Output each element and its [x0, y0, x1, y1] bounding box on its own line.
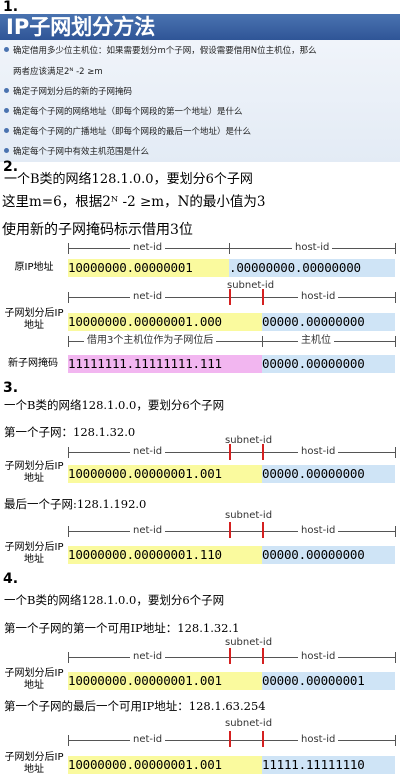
subnet-boundary-marker — [262, 289, 264, 305]
bits-host: 00000.00000001 — [262, 672, 395, 690]
panel1-title: IP子网划分方法 — [6, 15, 156, 39]
section-number-1: 1. — [3, 0, 19, 15]
bracket-tick — [68, 526, 69, 537]
net-id-label: net-id — [130, 651, 166, 663]
bits-net-subnet: 10000000.00000001.001 — [68, 756, 262, 774]
bracket-tick — [68, 735, 69, 746]
subnet-boundary-marker — [262, 444, 264, 460]
bits-net-subnet: 10000000.00000001.000 — [68, 313, 262, 331]
section-number-4: 4. — [3, 571, 19, 587]
host-id-label: host-id — [298, 446, 339, 458]
bits-net-subnet: 10000000.00000001.110 — [68, 546, 262, 564]
row-label-subnetted-ip: 子网划分后IP地址 — [4, 668, 64, 691]
bullet-item: 确定子网划分后的新的子网掩码 — [4, 86, 132, 98]
bullet-item: 确定每个子网的网络地址（即每个网段的第一个地址）是什么 — [4, 106, 243, 118]
bracket-tick — [395, 447, 396, 458]
panel3-line1: 一个B类的网络128.1.0.0，要划分6个子网 — [4, 398, 225, 412]
bracket-line — [68, 452, 396, 453]
host-id-label: host-id — [298, 734, 339, 746]
subnet-id-label: subnet-id — [225, 718, 273, 729]
bracket-tick — [68, 292, 69, 303]
panel4-last-usable: 第一个子网的最后一个可用IP地址：128.1.63.254 — [4, 699, 266, 713]
bits-mask-net-subnet: 11111111.11111111.111 — [68, 355, 262, 373]
net-id-label: net-id — [130, 291, 166, 303]
bracket-line — [68, 297, 396, 298]
panel2-line1: 一个B类的网络128.1.0.0，要划分6个子网 — [4, 172, 253, 187]
row-label-subnetted-ip: 子网划分后IP地址 — [4, 752, 64, 775]
bracket-tick — [395, 652, 396, 663]
subnet-id-label: subnet-id — [225, 510, 273, 521]
bits-net-subnet: 10000000.00000001.001 — [68, 465, 262, 483]
subnet-boundary-marker — [229, 444, 231, 460]
host-id-label: host-id — [298, 651, 339, 663]
bracket-tick — [68, 652, 69, 663]
bits-net-subnet: 10000000.00000001.001 — [68, 672, 262, 690]
bullet-dot-icon — [4, 128, 9, 133]
bracket-line — [68, 740, 396, 741]
bracket-tick — [68, 336, 69, 347]
row-label-subnetted-ip: 子网划分后IP地址 — [4, 461, 64, 484]
subnet-boundary-marker — [229, 731, 231, 747]
bullet-dot-icon — [4, 108, 9, 113]
net-id-label: net-id — [130, 734, 166, 746]
host-bits-label: 主机位 — [298, 335, 334, 347]
bits-mask-host: 00000.00000000 — [262, 355, 395, 373]
bullet-item: 确定每个子网中有效主机范围是什么 — [4, 146, 149, 158]
row-label-original-ip: 原IP地址 — [14, 262, 54, 273]
bracket-tick — [395, 526, 396, 537]
bracket-tick — [395, 243, 396, 254]
bits-host: 11111.11111110 — [262, 756, 395, 774]
net-id-label: net-id — [130, 242, 166, 254]
host-id-label: host-id — [292, 242, 333, 254]
subnet-boundary-marker — [229, 522, 231, 538]
bracket-line — [68, 248, 396, 249]
panel2-line3: 使用新的子网掩码标示借用3位 — [2, 222, 193, 238]
bullet-dot-icon — [4, 88, 9, 93]
bits-host: 00000.00000000 — [262, 546, 395, 564]
host-id-label: host-id — [298, 525, 339, 537]
bits-net: 10000000.00000001 — [68, 259, 229, 277]
panel2-line2: 这里m=6，根据2ᴺ -2 ≥m，N的最小值为3 — [2, 194, 266, 210]
net-id-label: net-id — [130, 446, 166, 458]
panel4-line1: 一个B类的网络128.1.0.0，要划分6个子网 — [4, 593, 225, 607]
bits-host: .00000000.00000000 — [229, 259, 395, 277]
panel1-body — [0, 40, 400, 162]
row-label-subnetted-ip: 子网划分后IP地址 — [4, 542, 64, 565]
subnet-boundary-marker — [262, 522, 264, 538]
panel3-last-subnet: 最后一个子网:128.1.192.0 — [4, 497, 147, 511]
row-label-new-mask: 新子网掩码 — [8, 358, 58, 369]
subnet-boundary-marker — [229, 289, 231, 305]
subnet-boundary-marker — [229, 648, 231, 664]
bracket-tick — [262, 336, 263, 347]
panel4-first-usable: 第一个子网的第一个可用IP地址：128.1.32.1 — [4, 621, 240, 635]
bits-host: 00000.00000000 — [262, 465, 395, 483]
bullet-item: 确定每个子网的广播地址（即每个网段的最后一个地址）是什么 — [4, 126, 251, 138]
row-label-subnetted-ip: 子网划分后IP地址 — [4, 308, 64, 331]
subnet-id-label: subnet-id — [227, 280, 275, 291]
bits-host: 00000.00000000 — [262, 313, 395, 331]
subnet-boundary-marker — [262, 731, 264, 747]
bracket-tick — [68, 243, 69, 254]
net-id-label: net-id — [130, 525, 166, 537]
bracket-line — [68, 531, 396, 532]
bullet-dot-icon — [4, 47, 9, 52]
bracket-line — [68, 657, 396, 658]
borrow-bits-label: 借用3个主机位作为子网位后 — [84, 335, 217, 347]
bracket-tick — [395, 292, 396, 303]
section-number-3: 3. — [3, 380, 19, 396]
host-id-label: host-id — [298, 291, 339, 303]
subnet-boundary-marker — [262, 648, 264, 664]
bracket-tick — [68, 447, 69, 458]
bullet-item: 确定借用多少位主机位：如果需要划分m个子网，假设需要借用N位主机位，那么 — [4, 45, 317, 57]
bullet-dot-icon — [4, 148, 9, 153]
panel3-first-subnet: 第一个子网：128.1.32.0 — [4, 425, 136, 439]
bracket-tick — [395, 735, 396, 746]
bullet-item-continuation: 两者应该满足2ᴺ -2 ≥m — [13, 67, 103, 77]
bracket-tick — [229, 243, 230, 254]
bracket-tick — [395, 336, 396, 347]
